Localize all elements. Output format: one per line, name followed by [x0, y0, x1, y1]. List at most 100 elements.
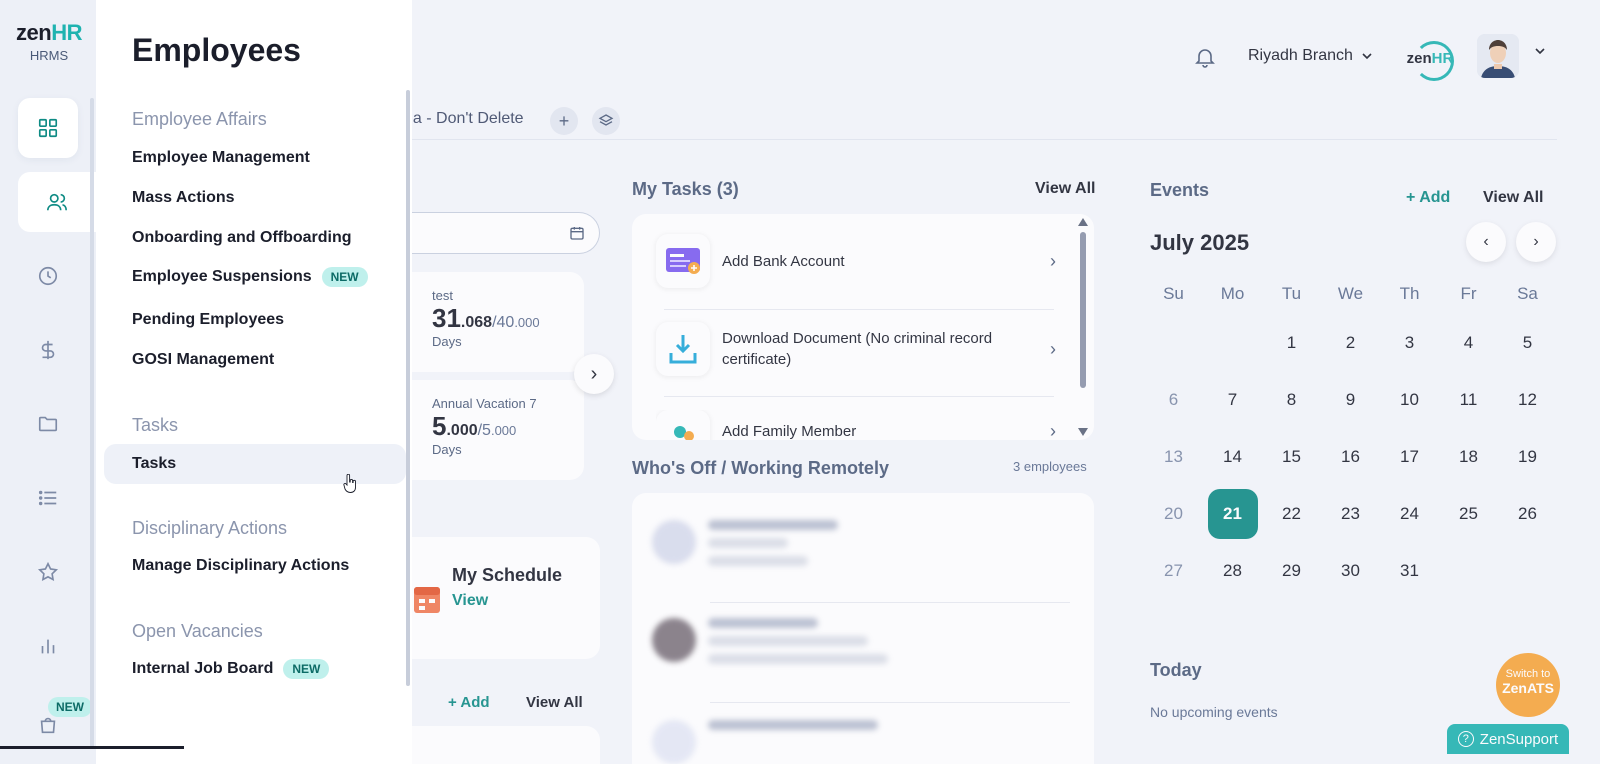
- rail-list-button[interactable]: [18, 468, 78, 528]
- rail-employees-button[interactable]: [18, 172, 96, 232]
- calendar-day[interactable]: 6: [1144, 371, 1203, 428]
- calendar-day[interactable]: 19: [1498, 428, 1557, 485]
- calendar-day[interactable]: 11: [1439, 371, 1498, 428]
- calendar-day[interactable]: 9: [1321, 371, 1380, 428]
- menu-label: Pending Employees: [132, 311, 285, 328]
- calendar-day[interactable]: 28: [1203, 542, 1262, 599]
- my-schedule-view-link[interactable]: View: [452, 592, 600, 610]
- menu-onboarding-offboarding[interactable]: Onboarding and Offboarding: [132, 229, 352, 247]
- menu-internal-job-board[interactable]: Internal Job Board NEW: [132, 659, 330, 679]
- balance-unit: Days: [432, 334, 462, 349]
- calendar-day[interactable]: 31: [1380, 542, 1439, 599]
- balance-unit: Days: [432, 442, 462, 457]
- chevron-down-icon: [1362, 53, 1372, 60]
- chevron-down-icon[interactable]: [1534, 45, 1546, 57]
- balance-card[interactable]: Annual Vacation 7 5.000/5.000 Days: [404, 380, 584, 480]
- whos-off-count: 3 employees: [1013, 459, 1087, 474]
- switch-to-zenats-button[interactable]: Switch to ZenATS: [1496, 653, 1560, 717]
- branch-selector[interactable]: Riyadh Branch: [1248, 47, 1373, 65]
- add-link[interactable]: + Add: [448, 694, 490, 711]
- zensupport-button[interactable]: ? ZenSupport: [1447, 724, 1569, 754]
- help-icon: ?: [1457, 731, 1474, 747]
- employees-flyout-panel: Employees Employee Affairs Employee Mana…: [96, 0, 412, 764]
- chevron-left-icon: ‹: [1483, 233, 1489, 250]
- calendar-day[interactable]: 30: [1321, 542, 1380, 599]
- calendar-day[interactable]: 4: [1439, 314, 1498, 371]
- events-add-link[interactable]: + Add: [1406, 189, 1450, 207]
- rail-time-button[interactable]: [18, 246, 78, 306]
- calendar-day[interactable]: 1: [1262, 314, 1321, 371]
- scroll-up-icon[interactable]: [1078, 218, 1088, 226]
- calendar-day[interactable]: 29: [1262, 542, 1321, 599]
- rail-performance-button[interactable]: [18, 542, 78, 602]
- zenhr-logo[interactable]: zenHR HRMS: [12, 20, 86, 63]
- balance-value: 31.068/40.000: [432, 303, 584, 334]
- menu-tasks[interactable]: Tasks: [104, 444, 406, 484]
- rail-documents-button[interactable]: [18, 394, 78, 454]
- calendar-day[interactable]: 27: [1144, 542, 1203, 599]
- calendar-grid: Su Mo Tu We Th Fr Sa 1 2 3 4 5 6 7 8 9 10 11 12 13 14 15 16 17 1…: [1144, 274, 1564, 599]
- calendar-prev-button[interactable]: ‹: [1466, 222, 1506, 262]
- dashboard-tab[interactable]: na - Don't Delete: [404, 110, 524, 128]
- calendar-day[interactable]: 20: [1144, 485, 1203, 542]
- events-view-all[interactable]: View All: [1483, 189, 1543, 207]
- task-item[interactable]: Download Document (No criminal record ce…: [656, 322, 1056, 376]
- menu-employee-management[interactable]: Employee Management: [132, 149, 310, 167]
- menu-mass-actions[interactable]: Mass Actions: [132, 189, 235, 207]
- bottom-edge-line: [0, 746, 184, 749]
- rail-scrollbar[interactable]: [90, 98, 94, 748]
- calendar-day-selected[interactable]: 21: [1203, 485, 1262, 542]
- my-schedule-card[interactable]: My Schedule View: [404, 537, 600, 659]
- rail-reports-button[interactable]: [18, 616, 78, 676]
- menu-employee-suspensions[interactable]: Employee Suspensions NEW: [132, 267, 368, 287]
- balance-card[interactable]: test 31.068/40.000 Days: [404, 272, 584, 372]
- rail-dashboard-button[interactable]: [18, 98, 78, 158]
- date-picker-input[interactable]: [404, 212, 600, 254]
- new-badge: NEW: [283, 659, 330, 679]
- switch-ats-line2: ZenATS: [1502, 680, 1554, 696]
- chevron-right-icon: ›: [590, 362, 598, 385]
- my-tasks-view-all[interactable]: View All: [1035, 180, 1095, 198]
- calendar-day[interactable]: 22: [1262, 485, 1321, 542]
- calendar-day[interactable]: 16: [1321, 428, 1380, 485]
- task-item[interactable]: Add Bank Account ›: [656, 234, 1056, 288]
- user-avatar[interactable]: [1477, 34, 1519, 78]
- calendar-day[interactable]: 14: [1203, 428, 1262, 485]
- chevron-right-icon: ›: [1533, 233, 1539, 250]
- calendar-day[interactable]: 2: [1321, 314, 1380, 371]
- menu-pending-employees[interactable]: Pending Employees: [132, 311, 284, 329]
- layers-button[interactable]: [592, 107, 620, 135]
- scroll-down-icon[interactable]: [1078, 428, 1088, 436]
- calendar-day[interactable]: 23: [1321, 485, 1380, 542]
- calendar-day[interactable]: 8: [1262, 371, 1321, 428]
- whos-off-title: Who's Off / Working Remotely: [632, 458, 889, 478]
- calendar-day[interactable]: 25: [1439, 485, 1498, 542]
- tasks-scrollbar[interactable]: [1080, 232, 1086, 388]
- view-all-link[interactable]: View All: [526, 694, 583, 711]
- task-item-clip: Add Family Member ›: [656, 410, 1056, 440]
- calendar-day[interactable]: 18: [1439, 428, 1498, 485]
- company-logo[interactable]: zen HR: [1406, 41, 1454, 81]
- calendar-day[interactable]: 24: [1380, 485, 1439, 542]
- menu-manage-disciplinary-actions[interactable]: Manage Disciplinary Actions: [132, 557, 349, 575]
- calendar-day[interactable]: 12: [1498, 371, 1557, 428]
- calendar-day[interactable]: 26: [1498, 485, 1557, 542]
- calendar-next-button[interactable]: ›: [1516, 222, 1556, 262]
- panel-scrollbar[interactable]: [406, 90, 410, 686]
- rail-payroll-button[interactable]: [18, 320, 78, 380]
- calendar-day[interactable]: 7: [1203, 371, 1262, 428]
- menu-gosi-management[interactable]: GOSI Management: [132, 351, 274, 369]
- calendar-day[interactable]: 17: [1380, 428, 1439, 485]
- calendar-day[interactable]: 5: [1498, 314, 1557, 371]
- calendar-day[interactable]: 10: [1380, 371, 1439, 428]
- calendar-day[interactable]: 15: [1262, 428, 1321, 485]
- balances-next-button[interactable]: ›: [574, 354, 614, 394]
- calendar-day[interactable]: 13: [1144, 428, 1203, 485]
- bell-icon[interactable]: [1193, 44, 1217, 70]
- task-label: Download Document (No criminal record ce…: [722, 330, 993, 368]
- product-name: HRMS: [29, 48, 69, 63]
- calendar-day[interactable]: 3: [1380, 314, 1439, 371]
- task-item[interactable]: Add Family Member ›: [656, 410, 1056, 440]
- add-tab-button[interactable]: +: [550, 107, 578, 135]
- dashboard-icon: [38, 118, 58, 138]
